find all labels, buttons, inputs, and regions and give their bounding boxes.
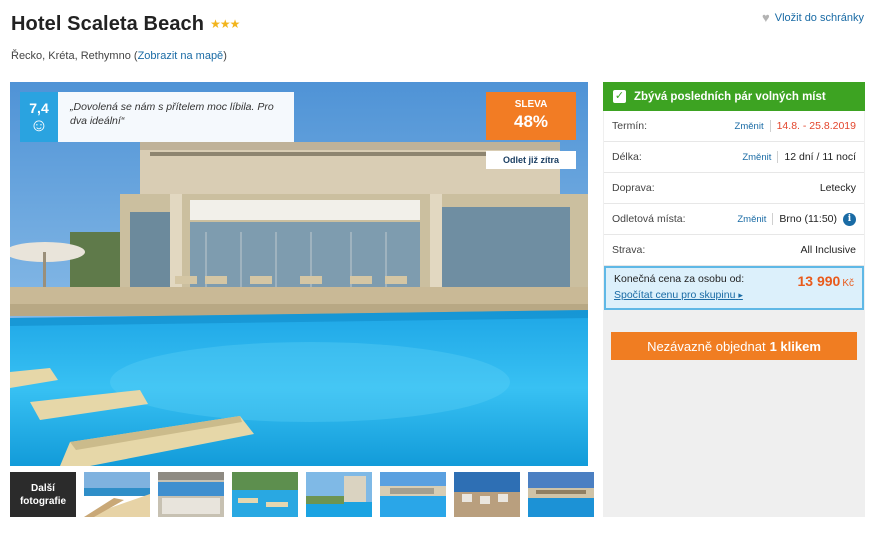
change-length-link[interactable]: Změnit [742,152,771,163]
change-term-link[interactable]: Změnit [735,121,764,132]
thumbnail-restaurant[interactable] [454,472,520,517]
departure-value: Brno (11:50) [779,213,837,225]
divider [772,213,774,225]
order-label: Nezávazně objednat [647,338,766,354]
thumbnail-pool-sunset[interactable] [528,472,594,517]
trip-details: Termín: Změnit 14.8. - 25.8.2019 Délka: … [604,111,864,266]
booking-panel: ✓ Zbývá posledních pár volných míst Term… [603,82,865,517]
more-photos-label-2: fotografie [19,495,67,507]
term-value: 14.8. - 25.8.2019 [776,120,856,132]
thumbnail-strip: Další fotografie [10,472,594,517]
hotel-name: Hotel Scaleta Beach [11,12,205,35]
thumbnail-terrace[interactable] [158,472,224,517]
length-value: 12 dní / 11 nocí [784,151,856,163]
order-button[interactable]: Nezávazně objednat 1 klikem [611,332,857,360]
heart-icon: ♥ [762,10,770,25]
thumbnail-pool-garden[interactable] [232,472,298,517]
group-price-label: Spočítat cenu pro skupinu [614,289,736,301]
discount-percent: 48% [513,112,549,131]
check-icon: ✓ [613,90,626,103]
board-row: Strava: All Inclusive [604,235,864,266]
thumbnail-beach[interactable] [84,472,150,517]
rating-score-badge: 7,4 ☺ [20,92,58,142]
availability-banner: ✓ Zbývá posledních pár volných míst [603,82,865,111]
length-label: Délka: [612,151,642,163]
thumbnail-pool-sea[interactable] [380,472,446,517]
departure-row: Odletová místa: Změnit Brno (11:50) i [604,204,864,235]
add-to-wishlist-button[interactable]: ♥ Vložit do schránky [762,10,864,25]
length-row: Délka: Změnit 12 dní / 11 nocí [604,142,864,173]
star-rating: ★★★ [210,17,240,31]
transport-label: Doprava: [612,182,655,194]
transport-value: Letecky [819,182,856,194]
departure-tag: Odlet již zítra [486,151,576,169]
order-label-bold: 1 klikem [769,338,821,354]
price-box: Konečná cena za osobu od: 13 990 Kč Spočí… [604,266,864,310]
rating-score: 7,4 [29,100,49,116]
price-amount: 13 990 Kč [798,273,855,289]
show-on-map-link[interactable]: Zobrazit na mapě [138,50,224,62]
price-value: 13 990 [797,273,841,289]
group-price-link[interactable]: Spočítat cenu pro skupinu ▸ [614,289,743,301]
discount-label: SLEVA [514,99,548,110]
transport-row: Doprava: Letecky [604,173,864,204]
info-icon[interactable]: i [843,212,856,226]
title-row: Hotel Scaleta Beach ★★★ [11,10,240,38]
discount-badge: SLEVA 48% [486,92,576,140]
change-departure-link[interactable]: Změnit [737,214,766,225]
main-photo[interactable]: 7,4 ☺ „Dovolená se nám s přítelem moc lí… [10,82,588,466]
wishlist-label: Vložit do schránky [774,11,864,24]
term-row: Termín: Změnit 14.8. - 25.8.2019 [604,111,864,142]
board-value: All Inclusive [800,244,856,256]
divider [769,120,771,132]
more-photos-label-1: Další [31,482,55,494]
board-label: Strava: [612,244,646,256]
chevron-right-icon: ▸ [738,290,743,300]
term-label: Termín: [612,120,648,132]
departure-label: Odletová místa: [612,213,686,225]
review-quote: „Dovolená se nám s přítelem moc líbila. … [58,92,294,142]
review-card[interactable]: 7,4 ☺ „Dovolená se nám s přítelem moc lí… [20,92,294,142]
more-photos-button[interactable]: Další fotografie [10,472,76,517]
smiley-icon: ☺ [29,115,49,135]
availability-text: Zbývá posledních pár volných míst [634,90,826,103]
location: Řecko, Kréta, Rethymno (Zobrazit na mapě… [11,50,227,62]
price-currency: Kč [842,278,854,289]
thumbnail-pool-building[interactable] [306,472,372,517]
location-text: Řecko, Kréta, Rethymno [11,50,131,62]
divider [777,151,779,163]
